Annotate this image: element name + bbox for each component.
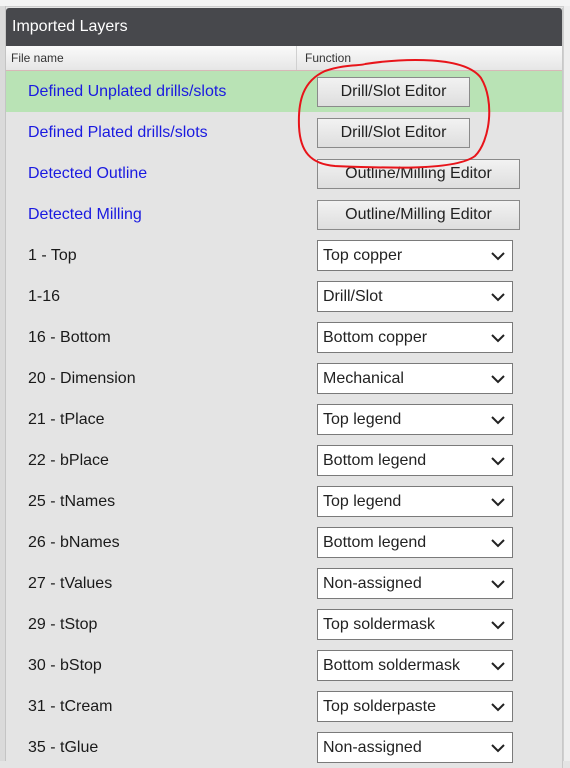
- layer-name: 20 - Dimension: [28, 369, 136, 387]
- function-select[interactable]: Bottom soldermask: [317, 650, 513, 681]
- outline-milling-editor-button[interactable]: Outline/Milling Editor: [317, 199, 520, 230]
- layer-row: 16 - Bottom Bottom copper: [6, 317, 562, 358]
- function-select-value: Top copper: [323, 246, 403, 264]
- layer-name: 22 - bPlace: [28, 451, 109, 469]
- layer-name: 35 - tGlue: [28, 738, 99, 756]
- layer-row: 21 - tPlace Top legend: [6, 399, 562, 440]
- layer-row: 35 - tGlue Non-assigned: [6, 727, 562, 768]
- editor-row[interactable]: Detected Outline Outline/Milling Editor: [6, 153, 562, 194]
- function-select-value: Top solderpaste: [323, 697, 436, 715]
- imported-layers-panel: Imported Layers File name Function Defin…: [6, 8, 563, 768]
- chevron-down-icon: [490, 617, 506, 633]
- function-select-value: Drill/Slot: [323, 287, 383, 305]
- layer-name-link[interactable]: Defined Plated drills/slots: [6, 124, 298, 142]
- function-select-value: Mechanical: [323, 369, 404, 387]
- layer-name: 16 - Bottom: [28, 328, 111, 346]
- function-select-value: Top soldermask: [323, 615, 436, 633]
- layer-name: 27 - tValues: [28, 574, 113, 592]
- function-select[interactable]: Top legend: [317, 486, 513, 517]
- layer-row: 27 - tValues Non-assigned: [6, 563, 562, 604]
- chevron-down-icon: [490, 371, 506, 387]
- layer-row: 1 - Top Top copper: [6, 235, 562, 276]
- function-select[interactable]: Non-assigned: [317, 732, 513, 763]
- chevron-down-icon: [490, 699, 506, 715]
- function-select-value: Top legend: [323, 492, 402, 510]
- function-select[interactable]: Bottom copper: [317, 322, 513, 353]
- layer-name: 29 - tStop: [28, 615, 98, 633]
- function-select[interactable]: Top solderpaste: [317, 691, 513, 722]
- layer-name-link[interactable]: Detected Outline: [6, 165, 298, 183]
- scrollbar-track[interactable]: [563, 6, 570, 761]
- layer-name: 21 - tPlace: [28, 410, 105, 428]
- layer-row: 26 - bNames Bottom legend: [6, 522, 562, 563]
- layer-row: 1-16 Drill/Slot: [6, 276, 562, 317]
- table-header: File name Function: [6, 46, 562, 71]
- function-select[interactable]: Top legend: [317, 404, 513, 435]
- function-select-value: Non-assigned: [323, 574, 422, 592]
- function-select-value: Top legend: [323, 410, 402, 428]
- function-select[interactable]: Bottom legend: [317, 445, 513, 476]
- layer-row: 25 - tNames Top legend: [6, 481, 562, 522]
- function-select[interactable]: Drill/Slot: [317, 281, 513, 312]
- layer-row: 30 - bStop Bottom soldermask: [6, 645, 562, 686]
- chevron-down-icon: [490, 740, 506, 756]
- function-select[interactable]: Top soldermask: [317, 609, 513, 640]
- layer-name-link[interactable]: Detected Milling: [6, 206, 298, 224]
- layer-row: 31 - tCream Top solderpaste: [6, 686, 562, 727]
- panel-title: Imported Layers: [6, 8, 562, 46]
- editor-row[interactable]: Detected Milling Outline/Milling Editor: [6, 194, 562, 235]
- chevron-down-icon: [490, 330, 506, 346]
- function-select[interactable]: Non-assigned: [317, 568, 513, 599]
- function-select-value: Bottom legend: [323, 533, 427, 551]
- column-header-file-name[interactable]: File name: [6, 46, 297, 70]
- layer-name: 26 - bNames: [28, 533, 120, 551]
- column-header-function[interactable]: Function: [297, 46, 351, 70]
- chevron-down-icon: [490, 289, 506, 305]
- chevron-down-icon: [490, 658, 506, 674]
- layer-row: 29 - tStop Top soldermask: [6, 604, 562, 645]
- editor-row[interactable]: Defined Plated drills/slots Drill/Slot Ed…: [6, 112, 562, 153]
- editor-row[interactable]: Defined Unplated drills/slots Drill/Slot …: [6, 71, 562, 112]
- layer-name: 1-16: [28, 287, 61, 305]
- layer-name: 1 - Top: [28, 246, 77, 264]
- chevron-down-icon: [490, 494, 506, 510]
- layer-name: 30 - bStop: [28, 656, 102, 674]
- function-select[interactable]: Top copper: [317, 240, 513, 271]
- function-select[interactable]: Mechanical: [317, 363, 513, 394]
- layer-name: 25 - tNames: [28, 492, 116, 510]
- layer-name: 31 - tCream: [28, 697, 113, 715]
- function-select-value: Non-assigned: [323, 738, 422, 756]
- chevron-down-icon: [490, 248, 506, 264]
- chevron-down-icon: [490, 453, 506, 469]
- outline-milling-editor-button[interactable]: Outline/Milling Editor: [317, 158, 520, 189]
- layer-row: 20 - Dimension Mechanical: [6, 358, 562, 399]
- chevron-down-icon: [490, 412, 506, 428]
- layer-row: 22 - bPlace Bottom legend: [6, 440, 562, 481]
- drill-slot-editor-button[interactable]: Drill/Slot Editor: [317, 76, 470, 107]
- function-select-value: Bottom soldermask: [323, 656, 460, 674]
- function-select[interactable]: Bottom legend: [317, 527, 513, 558]
- function-select-value: Bottom legend: [323, 451, 427, 469]
- function-select-value: Bottom copper: [323, 328, 428, 346]
- top-strip: [0, 0, 570, 7]
- layer-list: Defined Unplated drills/slots Drill/Slot …: [6, 71, 562, 768]
- drill-slot-editor-button[interactable]: Drill/Slot Editor: [317, 117, 470, 148]
- chevron-down-icon: [490, 576, 506, 592]
- chevron-down-icon: [490, 535, 506, 551]
- layer-name-link[interactable]: Defined Unplated drills/slots: [6, 83, 298, 101]
